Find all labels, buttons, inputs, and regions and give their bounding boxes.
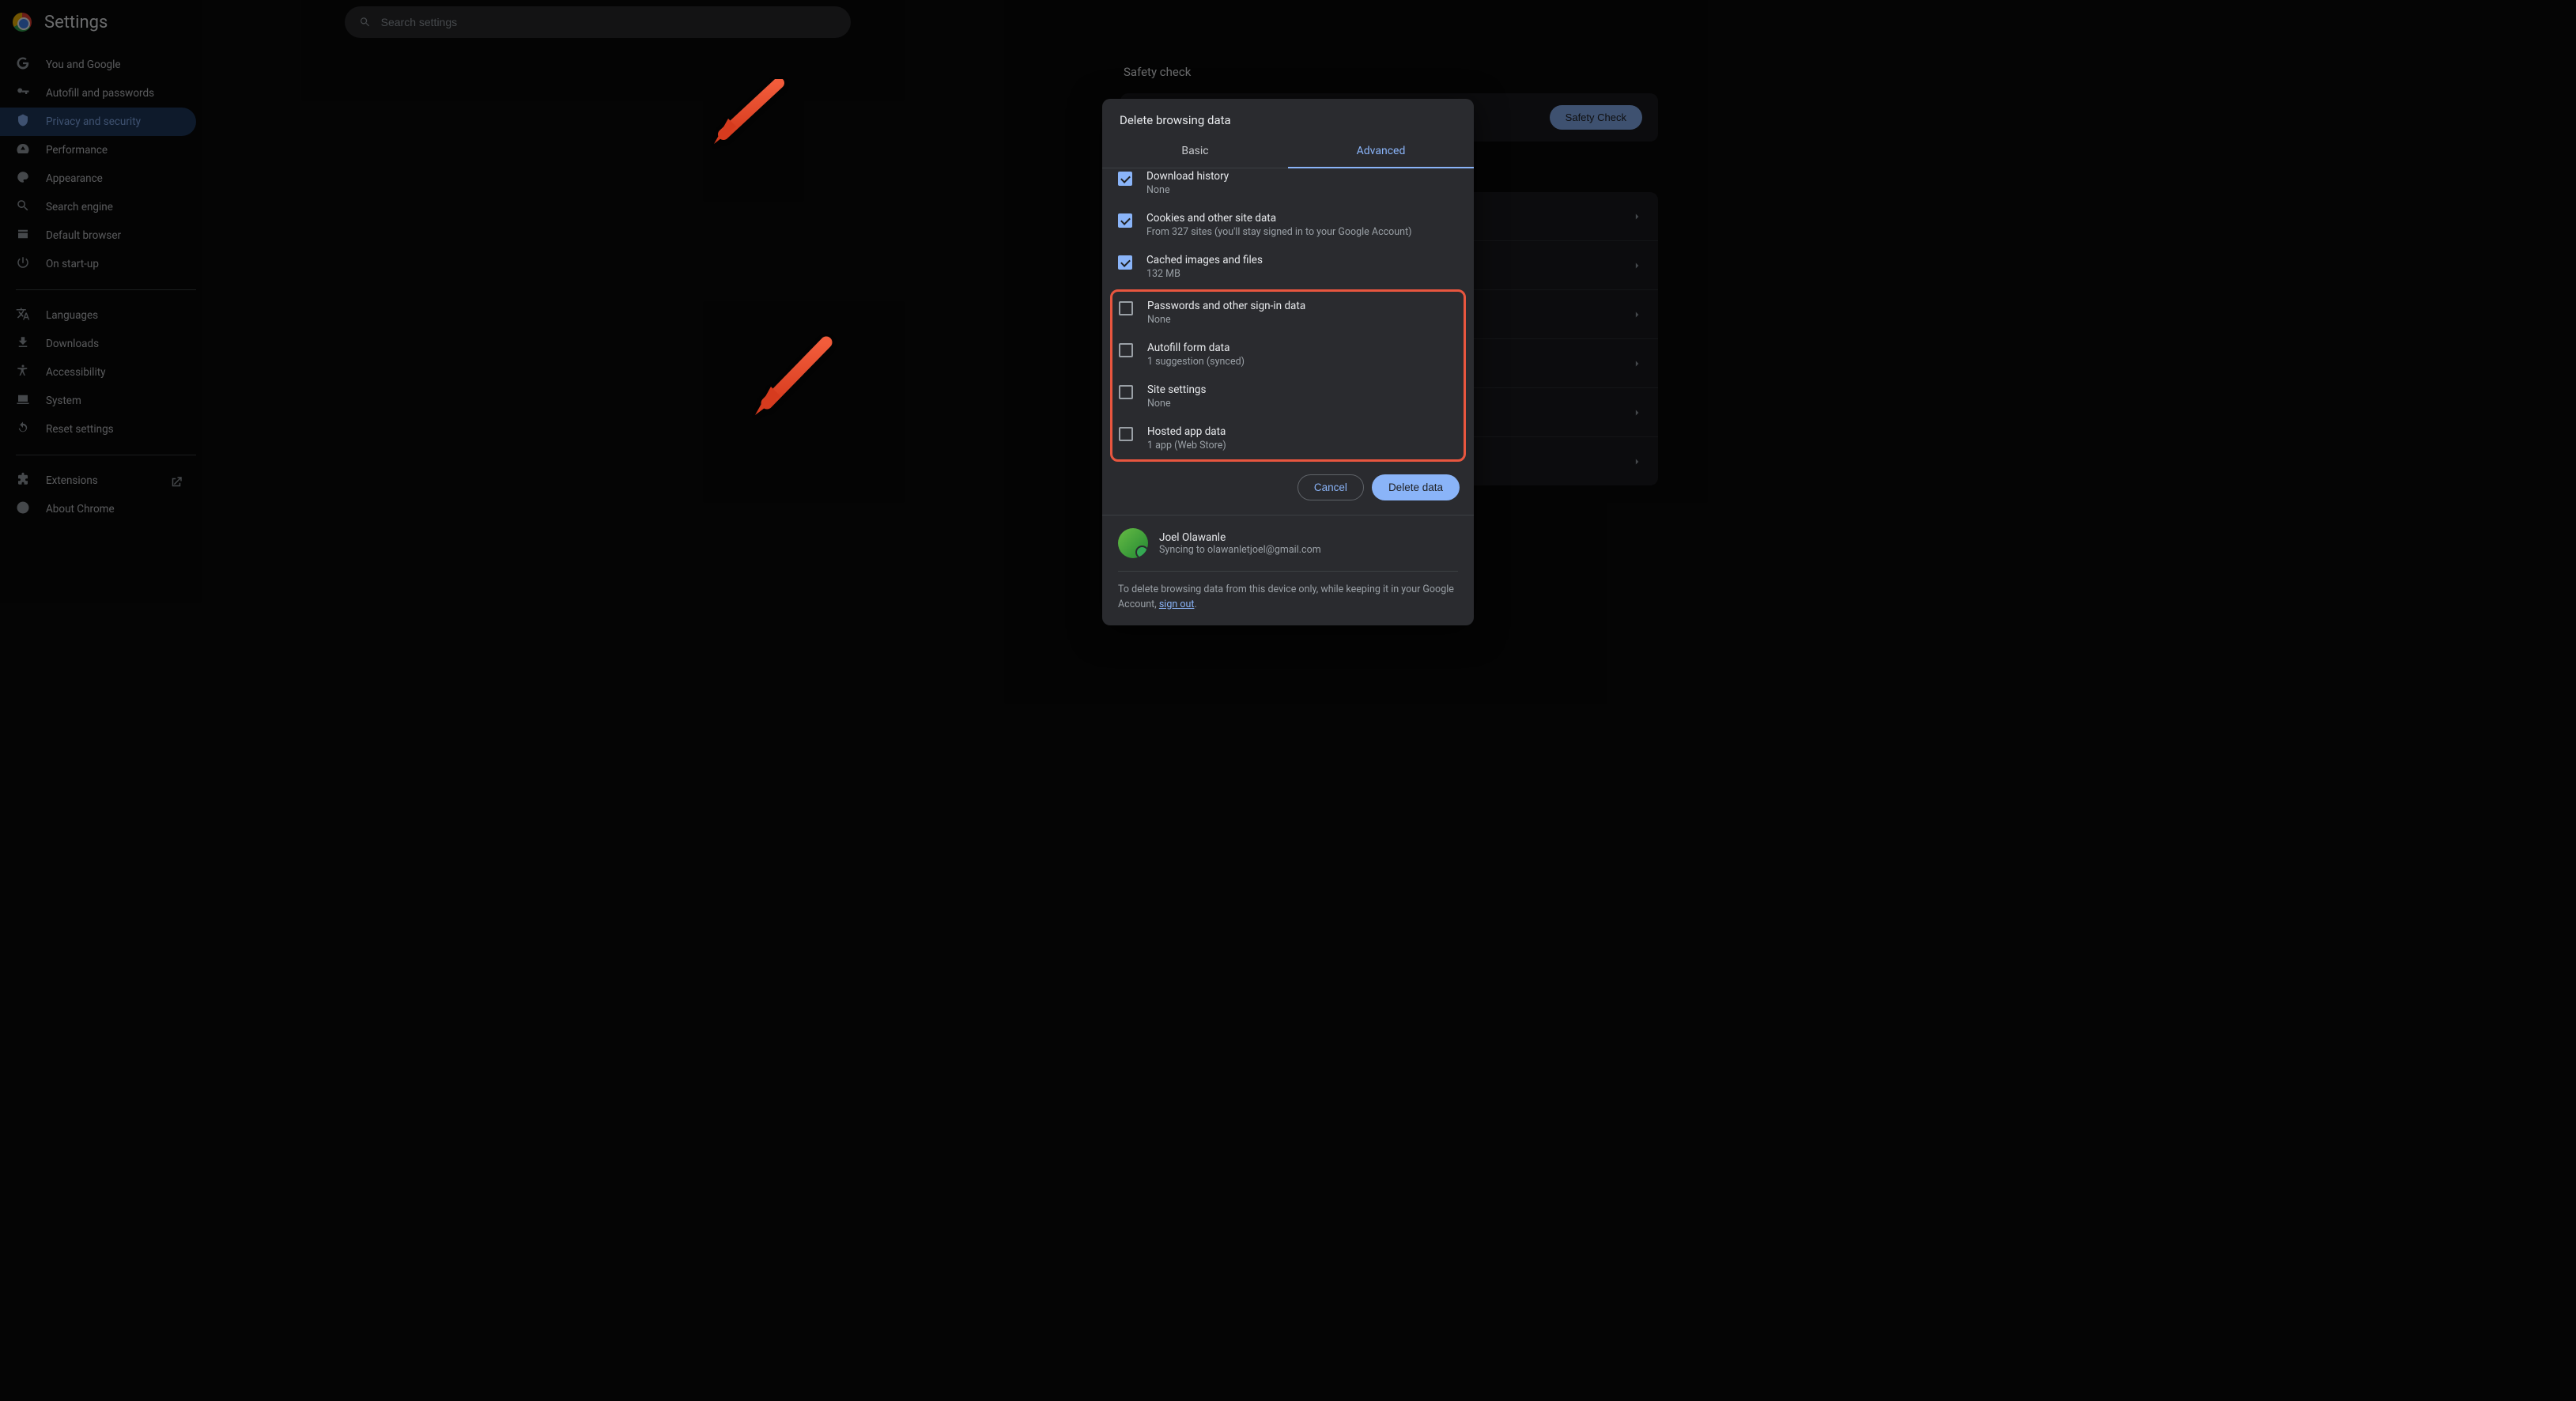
checkbox[interactable] [1119, 385, 1133, 399]
option-title: Download history [1146, 170, 1458, 183]
user-name: Joel Olawanle [1159, 531, 1321, 544]
option-row[interactable]: Passwords and other sign-in data None [1114, 292, 1462, 334]
cancel-button[interactable]: Cancel [1297, 474, 1364, 500]
delete-data-button[interactable]: Delete data [1372, 474, 1460, 500]
options-list: Download history None Cookies and other … [1102, 168, 1474, 462]
option-title: Cached images and files [1146, 254, 1458, 266]
checkbox[interactable] [1119, 427, 1133, 441]
sign-out-link[interactable]: sign out [1159, 599, 1195, 610]
checkbox[interactable] [1118, 172, 1132, 186]
checkbox[interactable] [1118, 255, 1132, 270]
signed-in-user: Joel Olawanle Syncing to olawanletjoel@g… [1118, 528, 1458, 558]
delete-browsing-data-dialog: Delete browsing data Basic Advanced Down… [1102, 99, 1474, 625]
option-row[interactable]: Download history None [1113, 168, 1463, 204]
option-row[interactable]: Site settings None [1114, 376, 1462, 417]
checkbox[interactable] [1119, 301, 1133, 315]
option-subtitle: 1 suggestion (synced) [1147, 356, 1457, 368]
option-title: Site settings [1147, 383, 1457, 396]
option-row[interactable]: Cached images and files 132 MB [1113, 246, 1463, 288]
option-title: Passwords and other sign-in data [1147, 300, 1457, 312]
tab-advanced[interactable]: Advanced [1288, 135, 1474, 168]
option-title: Cookies and other site data [1146, 212, 1458, 225]
option-row[interactable]: Cookies and other site data From 327 sit… [1113, 204, 1463, 246]
option-subtitle: 1 app (Web Store) [1147, 440, 1457, 451]
option-title: Autofill form data [1147, 342, 1457, 354]
option-title: Hosted app data [1147, 425, 1457, 438]
tab-basic[interactable]: Basic [1102, 135, 1288, 168]
option-subtitle: 132 MB [1146, 268, 1458, 280]
option-subtitle: None [1147, 398, 1457, 410]
dialog-tabs: Basic Advanced [1102, 135, 1474, 168]
option-subtitle: From 327 sites (you'll stay signed in to… [1146, 226, 1458, 238]
avatar [1118, 528, 1148, 558]
dialog-title: Delete browsing data [1102, 99, 1474, 135]
user-sync-status: Syncing to olawanletjoel@gmail.com [1159, 544, 1321, 556]
option-row[interactable]: Hosted app data 1 app (Web Store) [1114, 417, 1462, 459]
checkbox[interactable] [1118, 213, 1132, 228]
option-subtitle: None [1146, 184, 1458, 196]
option-row[interactable]: Autofill form data 1 suggestion (synced) [1114, 334, 1462, 376]
option-subtitle: None [1147, 314, 1457, 326]
dialog-footnote: To delete browsing data from this device… [1118, 571, 1458, 613]
checkbox[interactable] [1119, 343, 1133, 357]
annotation-highlight-box: Passwords and other sign-in data None Au… [1110, 289, 1466, 462]
